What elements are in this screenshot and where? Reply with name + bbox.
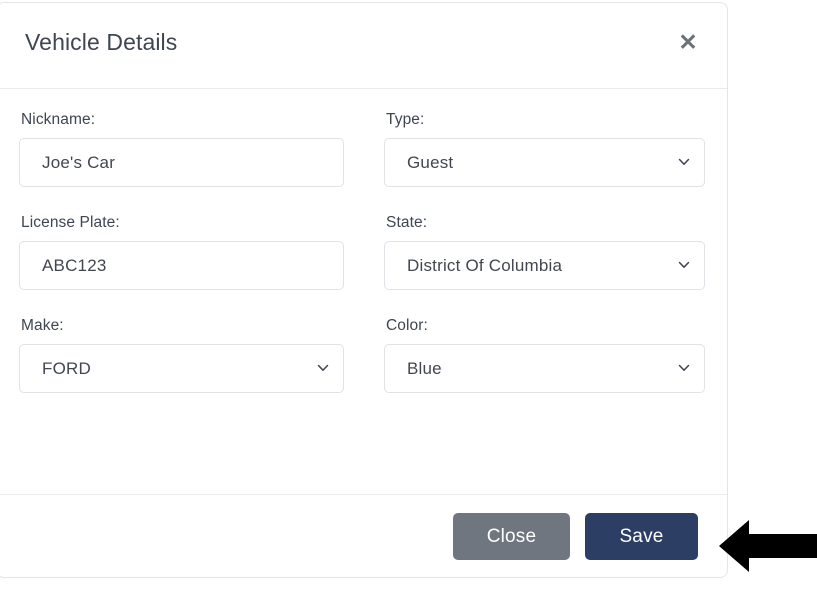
make-select[interactable]: FORD [19, 344, 344, 393]
color-select[interactable]: Blue [384, 344, 705, 393]
close-button[interactable]: Close [453, 512, 570, 560]
field-nickname: Nickname: Joe's Car [19, 111, 344, 187]
close-icon[interactable]: ✕ [671, 25, 705, 59]
nickname-input-value: Joe's Car [42, 152, 116, 172]
chevron-down-icon [678, 259, 690, 271]
license-plate-input-value: ABC123 [42, 255, 107, 275]
chevron-down-icon [678, 362, 690, 374]
license-plate-input[interactable]: ABC123 [19, 241, 344, 290]
field-label-state: State: [386, 214, 428, 231]
chevron-down-icon [678, 156, 690, 168]
field-state: State: District Of Columbia [384, 214, 705, 290]
field-label-make: Make: [21, 317, 64, 334]
chevron-down-icon [317, 362, 329, 374]
nickname-input[interactable]: Joe's Car [19, 138, 344, 187]
field-license-plate: License Plate: ABC123 [19, 214, 344, 290]
state-select-value: District Of Columbia [407, 255, 563, 275]
make-select-value: FORD [42, 358, 91, 378]
type-select[interactable]: Guest [384, 138, 705, 187]
state-select[interactable]: District Of Columbia [384, 241, 705, 290]
field-make: Make: FORD [19, 317, 344, 393]
modal-body: Nickname: Joe's Car Type: Guest License … [0, 89, 727, 494]
type-select-value: Guest [407, 152, 454, 172]
field-type: Type: Guest [384, 111, 705, 187]
field-label-nickname: Nickname: [21, 111, 96, 128]
field-label-type: Type: [386, 111, 425, 128]
field-color: Color: Blue [384, 317, 705, 393]
modal-header: Vehicle Details ✕ [0, 3, 727, 89]
vehicle-form: Nickname: Joe's Car Type: Guest License … [19, 111, 705, 420]
color-select-value: Blue [407, 358, 442, 378]
field-label-color: Color: [386, 317, 428, 334]
vehicle-details-modal: Vehicle Details ✕ Nickname: Joe's Car Ty… [0, 2, 728, 578]
page-title: Vehicle Details [25, 29, 178, 55]
modal-footer: Close Save [0, 494, 727, 577]
field-label-license-plate: License Plate: [21, 214, 120, 231]
save-button[interactable]: Save [585, 512, 698, 560]
